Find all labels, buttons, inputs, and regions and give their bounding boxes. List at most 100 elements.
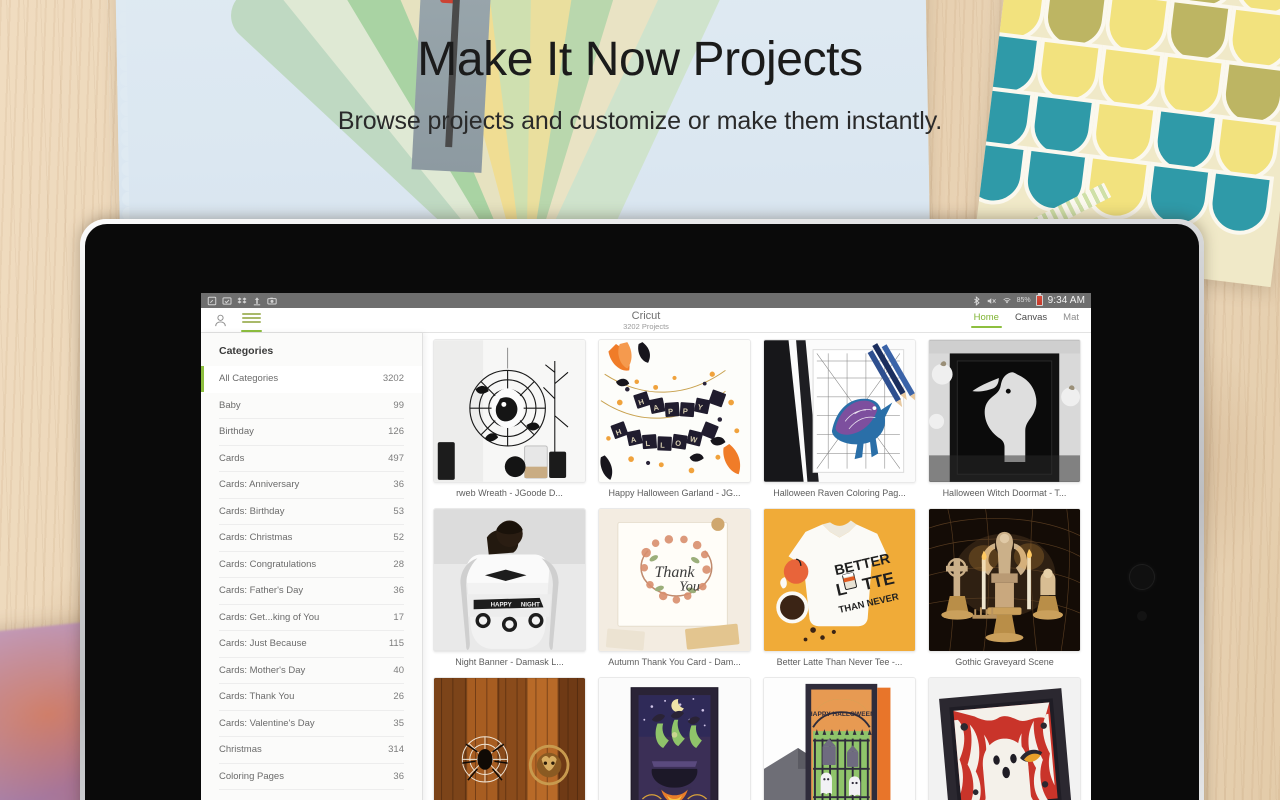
category-label: Cards <box>219 452 245 464</box>
sidebar-item-cards-christmas[interactable]: Cards: Christmas 52 <box>219 525 404 552</box>
clock[interactable]: 9:34 AM <box>1048 295 1085 306</box>
sidebar-item-cards-mother-s-day[interactable]: Cards: Mother's Day 40 <box>219 658 404 684</box>
camera-icon[interactable] <box>267 296 277 306</box>
project-artwork: H A P P Y H A L L O W <box>599 340 750 482</box>
battery-icon <box>1035 293 1043 306</box>
project-tile[interactable] <box>433 677 586 800</box>
hero-text-block: Make It Now Projects Browse projects and… <box>0 33 1280 136</box>
category-label: Cards: Just Because <box>219 638 307 650</box>
sidebar-item-baby[interactable]: Baby 99 <box>219 393 404 419</box>
project-artwork: Thank You <box>599 509 750 651</box>
project-artwork <box>929 509 1080 651</box>
sidebar-item-cards-get-king-of-you[interactable]: Cards: Get...king of You 17 <box>219 605 404 631</box>
sidebar-item-birthday[interactable]: Birthday 126 <box>219 419 404 446</box>
sidebar-item-coloring-pages[interactable]: Coloring Pages 36 <box>219 764 404 790</box>
project-caption: rweb Wreath - JGoode D... <box>456 488 563 498</box>
category-label: Birthday <box>219 426 254 438</box>
tab-canvas-label: Canvas <box>1014 312 1048 323</box>
tab-mat[interactable]: Mat <box>1063 312 1079 328</box>
app-body: Categories All Categories 3202 Baby 99 Birth… <box>201 333 1091 800</box>
project-thumbnail[interactable] <box>928 677 1081 800</box>
sidebar-heading: Categories <box>219 345 274 357</box>
sidebar-item-cards-birthday[interactable]: Cards: Birthday 53 <box>219 499 404 525</box>
project-artwork <box>929 678 1080 800</box>
project-thumbnail[interactable] <box>433 677 586 800</box>
dropbox-sync-icon[interactable] <box>222 296 232 306</box>
window-icon[interactable] <box>207 296 217 306</box>
category-count: 36 <box>393 770 404 782</box>
system-status-bar: 85% 9:34 AM <box>201 293 1091 308</box>
project-thumbnail[interactable] <box>598 677 751 800</box>
project-tile[interactable] <box>598 677 751 800</box>
category-label: Cards: Valentine's Day <box>219 717 315 729</box>
sidebar-item-cards-thank-you[interactable]: Cards: Thank You 26 <box>219 684 404 711</box>
category-count: 52 <box>393 532 404 544</box>
tab-canvas[interactable]: Canvas <box>1015 312 1047 328</box>
project-artwork: BETTER L TTE THAN NEVER <box>764 509 915 651</box>
upload-icon[interactable] <box>252 296 262 306</box>
dropbox-icon[interactable] <box>237 296 247 306</box>
tab-home[interactable]: Home <box>970 312 1002 328</box>
bluetooth-icon[interactable] <box>972 295 982 306</box>
sidebar-item-cards-anniversary[interactable]: Cards: Anniversary 36 <box>219 472 404 499</box>
mute-icon[interactable] <box>987 296 997 306</box>
category-count: 497 <box>388 452 404 464</box>
sidebar-item-cards[interactable]: Cards 497 <box>219 446 404 472</box>
category-label: Cards: Birthday <box>219 505 285 517</box>
project-tile[interactable]: BETTER L TTE THAN NEVER Better Latte Tha… <box>763 508 916 667</box>
project-thumbnail[interactable] <box>928 508 1081 652</box>
project-tile[interactable]: HAPPY HALLOWEEN <box>763 677 916 800</box>
sidebar-item-cards-congratulations[interactable]: Cards: Congratulations 28 <box>219 552 404 578</box>
category-label: Coloring Pages <box>219 770 284 782</box>
sidebar-item-cards-just-because[interactable]: Cards: Just Because 115 <box>219 631 404 658</box>
tablet-sensor <box>1137 611 1147 621</box>
category-count: 36 <box>393 585 404 597</box>
categories-sidebar: Categories All Categories 3202 Baby 99 Birth… <box>201 333 423 800</box>
project-thumbnail[interactable]: HAPPY NIGHT <box>433 508 586 652</box>
project-thumbnail[interactable] <box>928 339 1081 483</box>
project-artwork <box>434 678 585 800</box>
category-label: Cards: Get...king of You <box>219 611 320 623</box>
project-tile[interactable]: HAPPY NIGHT Night Banner - Damask L... <box>433 508 586 667</box>
sidebar-item-all-categories[interactable]: All Categories 3202 <box>201 366 422 393</box>
wifi-icon[interactable] <box>1002 296 1012 306</box>
account-icon[interactable] <box>213 313 228 328</box>
project-tile[interactable]: H A P P Y H A L L O W Happy Halloween Ga… <box>598 339 751 498</box>
project-tile[interactable]: Gothic Graveyard Scene <box>928 508 1081 667</box>
project-tile[interactable] <box>928 677 1081 800</box>
sidebar-item-cards-valentine-s-day[interactable]: Cards: Valentine's Day 35 <box>219 711 404 737</box>
project-thumbnail[interactable] <box>433 339 586 483</box>
sidebar-item-cards-father-s-day[interactable]: Cards: Father's Day 36 <box>219 578 404 605</box>
tablet-bezel: 85% 9:34 AM Cricut 3202 Projects Home Ca… <box>85 224 1199 800</box>
project-thumbnail[interactable]: BETTER L TTE THAN NEVER <box>763 508 916 652</box>
project-thumbnail[interactable]: Thank You <box>598 508 751 652</box>
hamburger-menu-icon[interactable] <box>241 311 262 333</box>
project-thumbnail[interactable] <box>763 339 916 483</box>
category-count: 126 <box>388 426 404 438</box>
tablet-home-button[interactable] <box>1129 564 1155 590</box>
project-caption: Night Banner - Damask L... <box>455 657 564 667</box>
project-artwork <box>434 340 585 482</box>
project-artwork <box>764 340 915 482</box>
sidebar-item-christmas[interactable]: Christmas 314 <box>219 737 404 764</box>
project-thumbnail[interactable]: H A P P Y H A L L O W <box>598 339 751 483</box>
svg-text:HAPPY: HAPPY <box>491 601 512 608</box>
project-tile[interactable]: Halloween Witch Doormat - T... <box>928 339 1081 498</box>
project-artwork <box>929 340 1080 482</box>
tab-active-underline <box>970 326 1002 328</box>
project-tile[interactable]: rweb Wreath - JGoode D... <box>433 339 586 498</box>
project-caption: Gothic Graveyard Scene <box>955 657 1054 667</box>
category-count: 3202 <box>382 373 404 385</box>
project-thumbnail[interactable]: HAPPY HALLOWEEN <box>763 677 916 800</box>
category-label: Cards: Thank You <box>219 691 295 703</box>
project-tile[interactable]: Halloween Raven Coloring Pag... <box>763 339 916 498</box>
project-tile[interactable]: Thank You Autumn Thank You Card - Dam... <box>598 508 751 667</box>
project-caption: Happy Halloween Garland - JG... <box>608 488 741 498</box>
projects-grid: rweb Wreath - JGoode D... H A P P Y H A … <box>423 333 1091 800</box>
category-label: Baby <box>219 399 241 411</box>
category-label: Cards: Congratulations <box>219 558 317 570</box>
project-caption: Better Latte Than Never Tee -... <box>776 657 903 667</box>
project-artwork: HAPPY HALLOWEEN <box>764 678 915 800</box>
project-caption: Halloween Raven Coloring Pag... <box>773 488 906 498</box>
category-label: Christmas <box>219 744 262 756</box>
